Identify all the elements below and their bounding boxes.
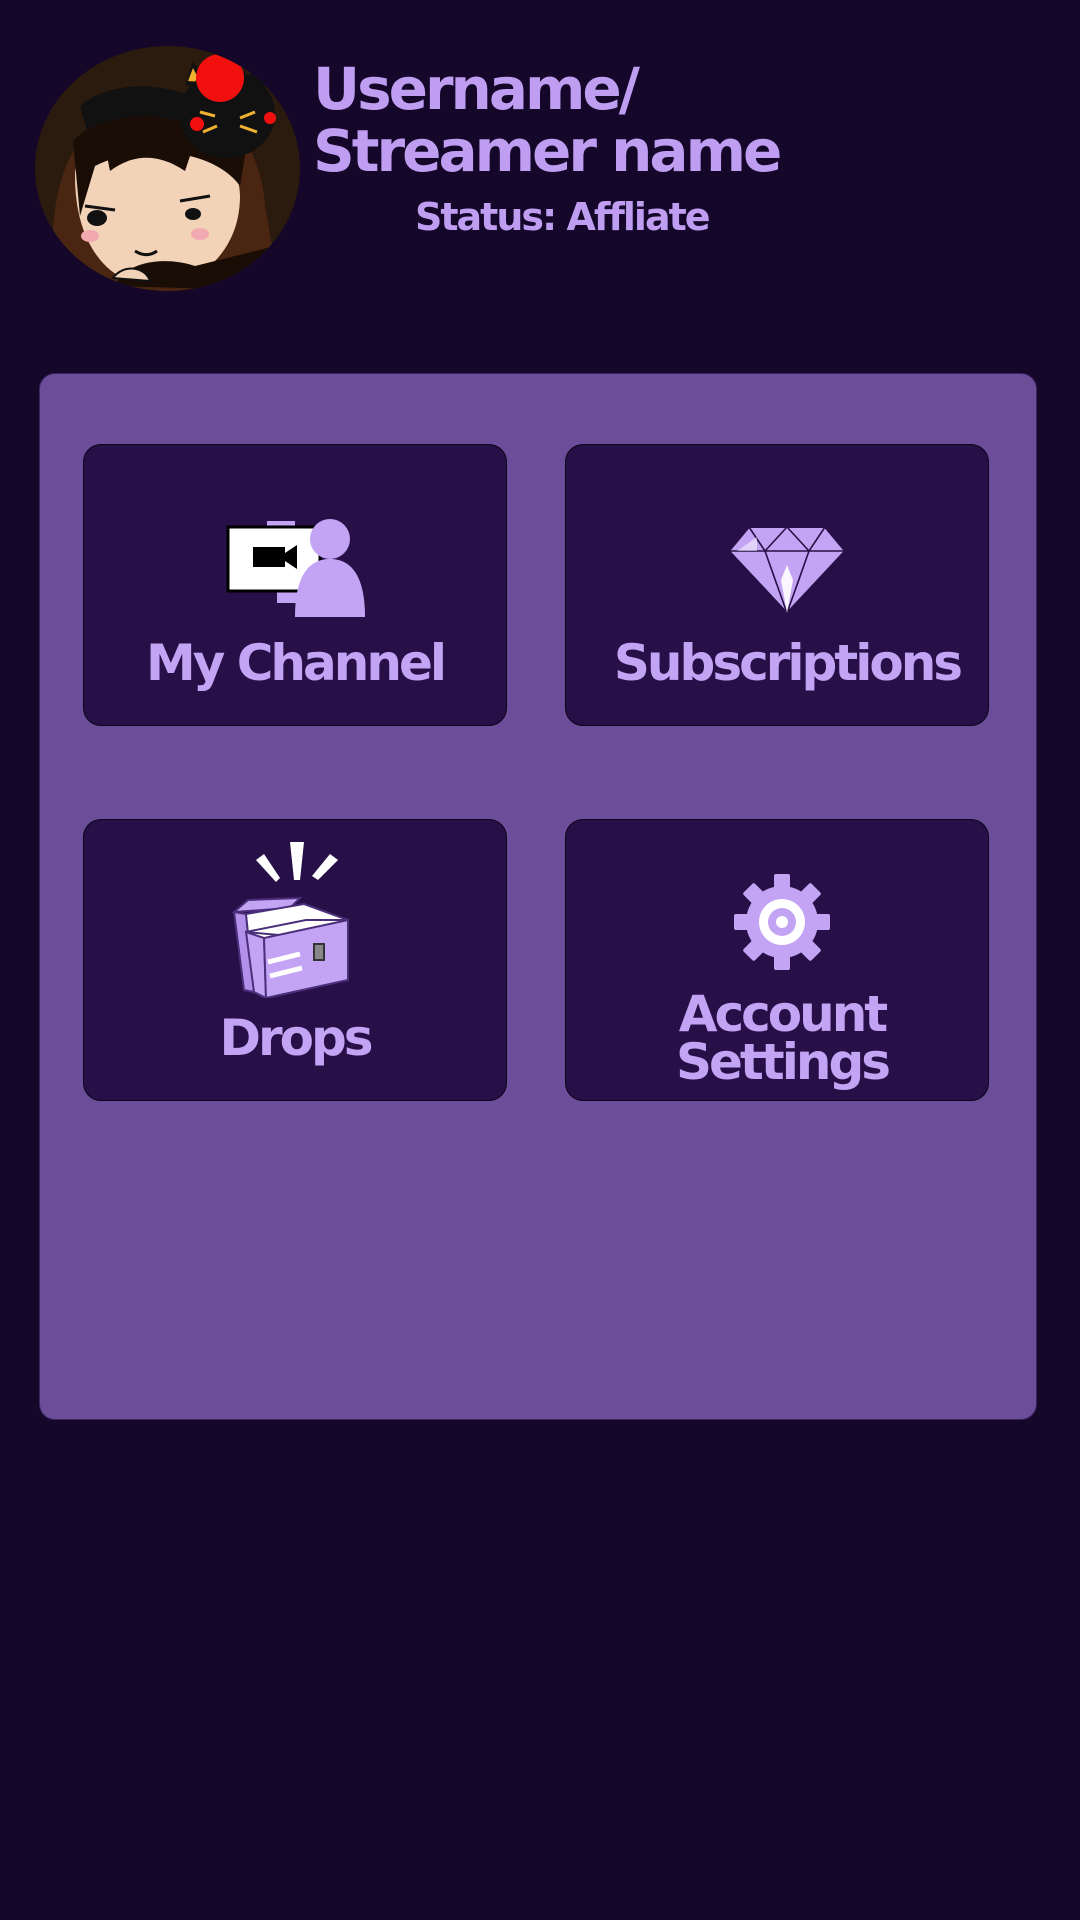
my-channel-label: My Channel	[145, 634, 447, 692]
menu-panel: My Channel Subscriptions Drops Account S…	[39, 373, 1037, 1420]
open-box-icon	[231, 842, 349, 998]
status-label: Status: Affliate	[415, 195, 711, 239]
profile-name-line1: Username/	[313, 55, 640, 123]
subscriptions-button[interactable]: Subscriptions	[565, 444, 989, 726]
profile-name: Username/ Streamer name	[313, 58, 873, 182]
channel-camera-person-icon	[226, 519, 365, 617]
subscriptions-label: Subscriptions	[613, 634, 963, 692]
drops-label: Drops	[219, 1009, 373, 1067]
account-settings-label-line2: Settings	[675, 1033, 891, 1091]
drops-button[interactable]: Drops	[83, 819, 507, 1101]
my-channel-button[interactable]: My Channel	[83, 444, 507, 726]
account-settings-label-line1: Account	[678, 985, 888, 1043]
account-settings-label: Account Settings	[576, 985, 988, 1091]
account-settings-button[interactable]: Account Settings	[565, 819, 989, 1101]
avatar[interactable]	[35, 46, 300, 291]
streamer-avatar-icon	[35, 46, 300, 291]
gear-icon	[734, 874, 830, 970]
profile-name-line2: Streamer name	[313, 117, 782, 185]
diamond-icon	[727, 525, 847, 615]
